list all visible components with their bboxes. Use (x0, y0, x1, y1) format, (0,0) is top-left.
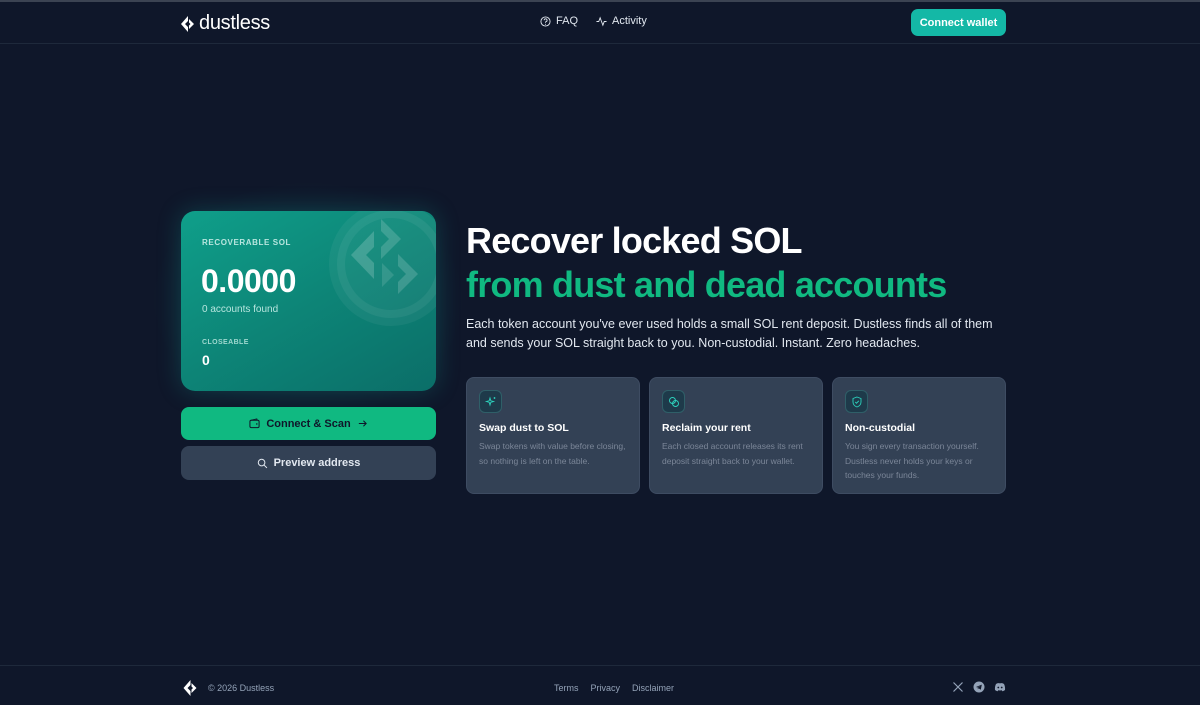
hero-description: Each token account you've ever used hold… (466, 317, 993, 350)
nav-label-faq: FAQ (556, 15, 579, 27)
help-circle-icon (540, 15, 551, 27)
x-icon[interactable] (952, 681, 964, 693)
discord-icon[interactable] (994, 681, 1006, 693)
connect-and-scan-button[interactable]: Connect & Scan (181, 407, 436, 440)
arrow-right-icon (358, 420, 367, 427)
closeable-label: CLOSEABLE (202, 339, 249, 346)
feature-icon-wrap (479, 390, 502, 413)
connect-wallet-button[interactable]: Connect wallet (911, 9, 1006, 36)
social-links (952, 681, 1006, 693)
connect-and-scan-label: Connect & Scan (266, 417, 351, 430)
hero-title: Recover locked SOL (466, 220, 803, 261)
site-header: dustless FAQ Activity Connect wallet (0, 2, 1200, 44)
feature-description: Each closed account releases its rent de… (662, 441, 803, 466)
brand-name: dustless (199, 12, 270, 34)
feature-card-swap-dust: Swap dust to SOL Swap tokens with value … (466, 377, 640, 494)
footer-link-disclaimer[interactable]: Disclaimer (632, 683, 674, 693)
footer-link-privacy[interactable]: Privacy (591, 683, 621, 693)
wallet-icon (249, 418, 260, 429)
feature-description: Swap tokens with value before closing, s… (479, 441, 626, 466)
feature-title: Non-custodial (845, 422, 915, 434)
feature-title: Reclaim your rent (662, 422, 751, 434)
nav-item-activity[interactable]: Activity (596, 15, 647, 27)
recoverable-sol-label: RECOVERABLE SOL (202, 238, 292, 247)
nav-label-activity: Activity (612, 15, 647, 27)
feature-card-reclaim-rent: Reclaim your rent Each closed account re… (649, 377, 823, 494)
telegram-icon[interactable] (973, 681, 985, 693)
dustless-logo-icon[interactable] (183, 680, 198, 696)
accounts-found-text: 0 accounts found (202, 304, 279, 315)
preview-address-button[interactable]: Preview address (181, 446, 436, 480)
search-icon (257, 458, 267, 468)
shield-check-icon (852, 396, 861, 407)
card-logo-watermark-icon (329, 211, 436, 326)
closeable-value: 0 (202, 352, 210, 368)
nav-item-faq[interactable]: FAQ (540, 15, 578, 27)
preview-address-label: Preview address (273, 457, 361, 469)
feature-title: Swap dust to SOL (479, 422, 569, 434)
sparkles-icon (484, 395, 495, 407)
site-footer: © 2026 Dustless Terms Privacy Disclaimer (0, 665, 1200, 705)
main-nav: FAQ Activity (540, 15, 647, 27)
brand-logo[interactable]: dustless (181, 12, 270, 35)
coins-icon (668, 396, 679, 407)
footer-link-terms[interactable]: Terms (554, 683, 579, 693)
activity-icon (596, 16, 607, 26)
recoverable-sol-amount: 0.0000 (201, 263, 296, 299)
feature-icon-wrap (662, 390, 685, 413)
feature-card-non-custodial: Non-custodial You sign every transaction… (832, 377, 1006, 494)
feature-icon-wrap (845, 390, 868, 413)
footer-links: Terms Privacy Disclaimer (554, 683, 674, 693)
copyright-text: © 2026 Dustless (208, 683, 275, 693)
dustless-logo-icon (181, 15, 194, 32)
recoverable-sol-card: RECOVERABLE SOL 0.0000 0 accounts found … (181, 211, 436, 391)
feature-description: You sign every transaction yourself. Dus… (845, 441, 979, 480)
hero-subtitle: from dust and dead accounts (466, 264, 947, 305)
